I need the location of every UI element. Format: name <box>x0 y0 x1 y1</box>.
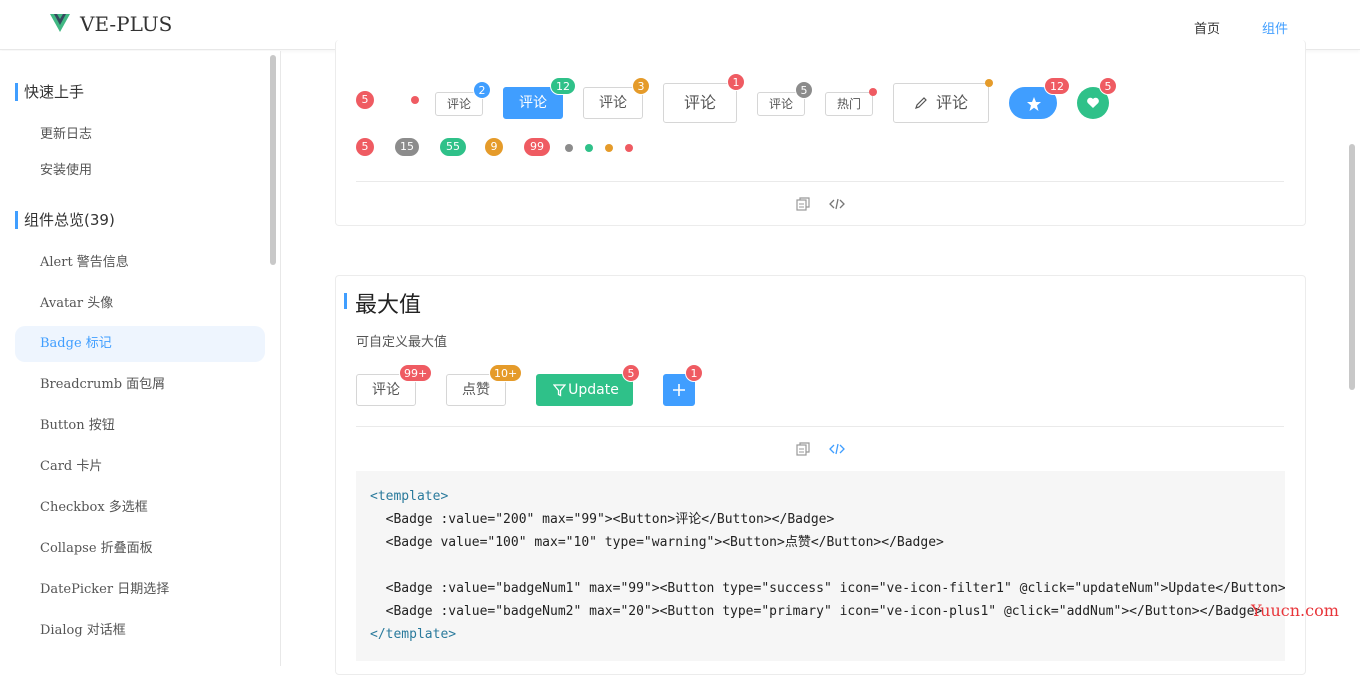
code-line: <Badge :value="badgeNum1" max="99"><Butt… <box>370 581 1285 596</box>
code-line: <template> <box>370 489 449 504</box>
badge-dot <box>605 144 613 152</box>
update-button[interactable]: Update <box>536 374 633 406</box>
copy-icon[interactable] <box>795 196 811 212</box>
badge-dot <box>565 144 573 152</box>
badge-count: 12 <box>1044 77 1070 95</box>
sidebar-item-collapse[interactable]: Collapse 折叠面板 <box>15 531 265 567</box>
badge-standalone: 5 <box>356 91 374 109</box>
vue-logo-icon[interactable] <box>50 13 70 33</box>
sidebar-item-breadcrumb[interactable]: Breadcrumb 面包屑 <box>15 367 265 403</box>
badge-count: 1 <box>727 73 745 91</box>
edit-comment-button[interactable]: 评论 <box>893 83 989 123</box>
pencil-icon <box>915 97 927 109</box>
badge-standalone: 9 <box>485 138 503 156</box>
badge-standalone: 99 <box>524 138 550 156</box>
code-block[interactable]: <template> <Badge :value="200" max="99">… <box>356 471 1285 661</box>
badge-count: 5 <box>795 81 813 99</box>
badge-max: 99+ <box>399 364 433 382</box>
copy-icon[interactable] <box>795 441 811 457</box>
sidebar-item-install[interactable]: 安装使用 <box>15 153 265 189</box>
section-title-bar <box>344 293 347 309</box>
demo-card-basic <box>335 40 1306 226</box>
code-line: </template> <box>370 627 457 642</box>
sidebar-item-alert[interactable]: Alert 警告信息 <box>15 245 265 281</box>
sidebar-item-button[interactable]: Button 按钮 <box>15 408 265 444</box>
code-line: <Badge value="100" max="10" type="warnin… <box>370 535 944 550</box>
heart-icon <box>1087 97 1099 108</box>
edit-comment-label: 评论 <box>935 93 968 112</box>
badge-count: 2 <box>473 81 491 99</box>
badge-count: 5 <box>1099 77 1117 95</box>
sidebar-item-datepicker[interactable]: DatePicker 日期选择 <box>15 572 265 608</box>
badge-standalone: 15 <box>395 138 419 156</box>
sidebar-item-avatar[interactable]: Avatar 头像 <box>15 286 265 322</box>
badge-max: 10+ <box>489 364 523 382</box>
sidebar: 快速上手 更新日志 安装使用 组件总览(39) Alert 警告信息 Avata… <box>0 51 281 666</box>
badge-count: 1 <box>685 364 703 382</box>
code-line: <Badge :value="badgeNum2" max="20"><Butt… <box>370 604 1263 619</box>
star-icon <box>1027 97 1041 111</box>
sidebar-item-card[interactable]: Card 卡片 <box>15 449 265 485</box>
section-description: 可自定义最大值 <box>356 335 448 350</box>
code-line: <Badge :value="200" max="99"><Button>评论<… <box>370 512 835 527</box>
badge-dot <box>585 144 593 152</box>
update-button-label: Update <box>568 382 619 398</box>
badge-dot <box>625 144 633 152</box>
section-title: 最大值 <box>355 293 422 318</box>
badge-count: 3 <box>632 77 650 95</box>
divider <box>356 181 1284 182</box>
badge-dot <box>411 96 419 104</box>
hot-button[interactable]: 热门 <box>825 92 873 116</box>
divider <box>356 426 1284 427</box>
brand-title[interactable]: VE-PLUS <box>80 12 172 36</box>
badge-count: 12 <box>550 77 576 95</box>
filter-icon <box>553 384 566 397</box>
code-toggle-icon[interactable] <box>829 441 845 457</box>
badge-dot <box>985 79 993 87</box>
code-line-empty: ​ <box>370 554 1271 577</box>
badge-dot <box>869 88 877 96</box>
sidebar-scrollbar[interactable] <box>270 55 276 265</box>
sidebar-item-changelog[interactable]: 更新日志 <box>15 117 265 153</box>
plus-icon <box>673 384 685 396</box>
main-scrollbar[interactable] <box>1349 144 1355 390</box>
sidebar-group-title: 快速上手 <box>15 83 84 101</box>
badge-standalone: 5 <box>356 138 374 156</box>
watermark-text: Yuucn.com <box>1251 601 1339 620</box>
comment-button-large[interactable]: 评论 <box>663 83 737 123</box>
code-toggle-icon[interactable] <box>829 196 845 212</box>
badge-standalone: 55 <box>440 138 466 156</box>
nav-home-link[interactable]: 首页 <box>1194 18 1220 37</box>
badge-count: 5 <box>622 364 640 382</box>
sidebar-item-badge[interactable]: Badge 标记 <box>15 326 265 362</box>
sidebar-item-dialog[interactable]: Dialog 对话框 <box>15 613 265 649</box>
sidebar-group-title: 组件总览(39) <box>15 211 115 229</box>
nav-components-link[interactable]: 组件 <box>1262 18 1288 37</box>
sidebar-item-checkbox[interactable]: Checkbox 多选框 <box>15 490 265 526</box>
